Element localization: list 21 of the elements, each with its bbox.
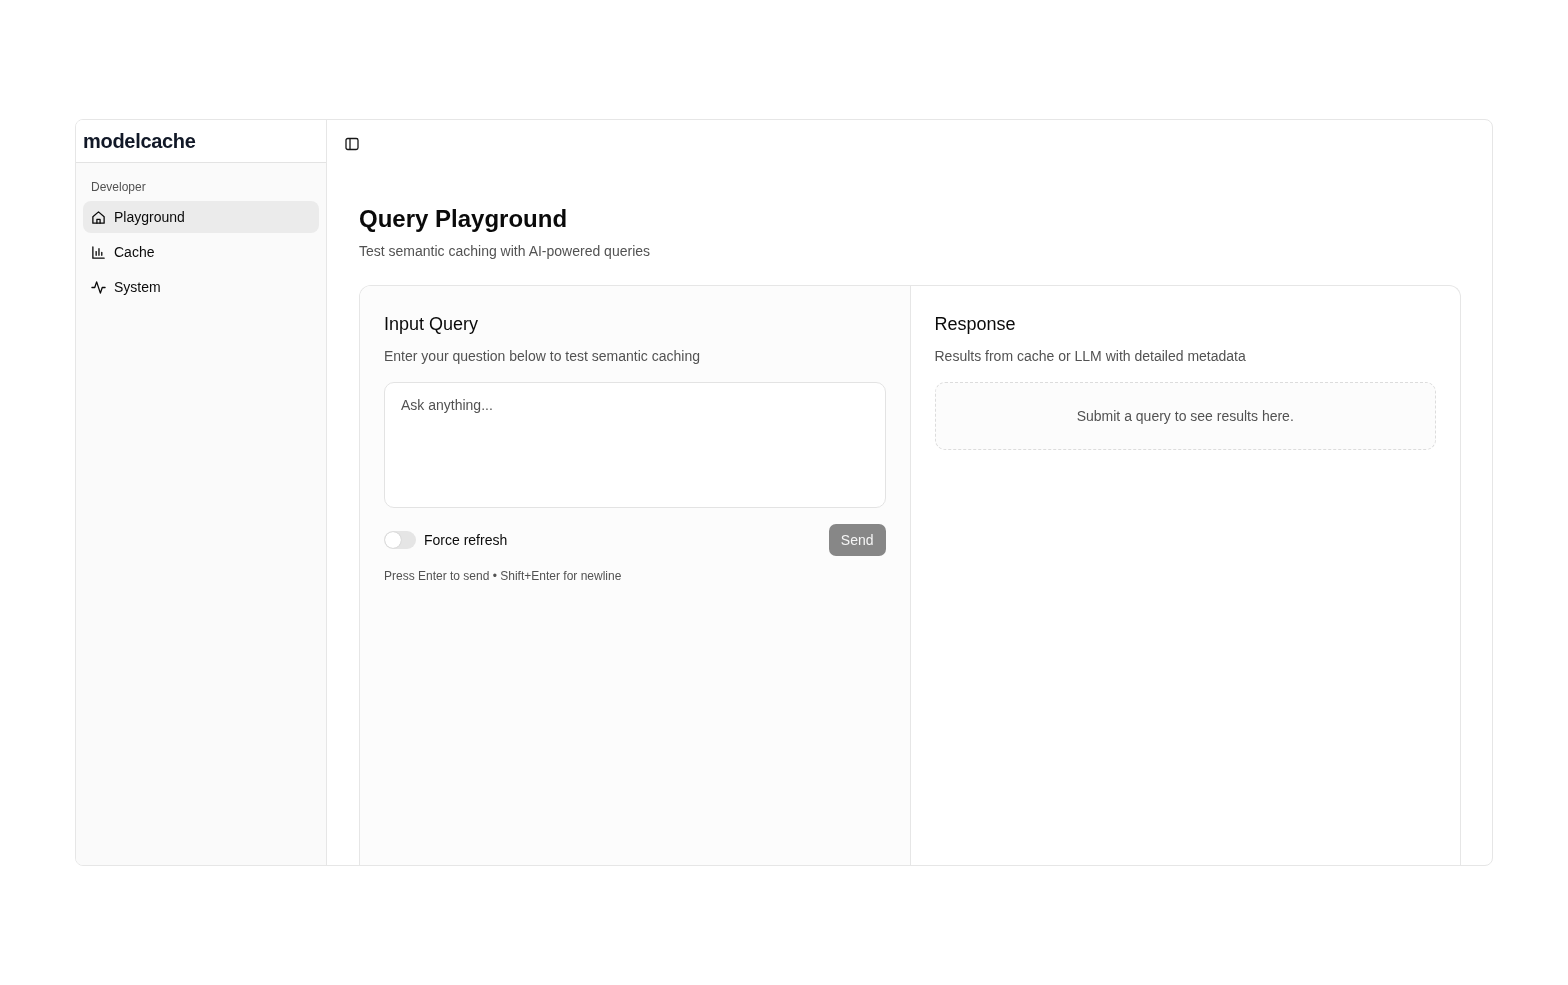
sidebar-toggle-button[interactable] — [345, 137, 359, 151]
force-refresh-label: Force refresh — [424, 532, 508, 548]
empty-results-message: Submit a query to see results here. — [934, 382, 1436, 450]
page-title: Query Playground — [359, 204, 568, 234]
panel-title: Input Query — [384, 313, 479, 336]
panel-description: Results from cache or LLM with detailed metadata — [934, 347, 1246, 366]
keyboard-hint: Press Enter to send • Shift+Enter for newline — [384, 568, 622, 584]
section-label: Developer — [90, 179, 147, 195]
force-refresh-switch[interactable] — [384, 531, 416, 549]
panel-title: Response — [934, 313, 1016, 336]
bar-chart-icon — [91, 244, 106, 260]
sidebar-panel-icon — [345, 137, 359, 151]
activity-icon — [91, 279, 106, 295]
app-logo-text: modelcache — [83, 129, 196, 153]
sidebar-item[interactable]: System — [83, 271, 319, 303]
panel-description: Enter your question below to test semantic caching — [384, 347, 700, 366]
home-icon — [91, 209, 106, 225]
sidebar-item[interactable]: Playground — [83, 201, 319, 233]
query-input[interactable]: Ask anything... — [384, 382, 886, 508]
page-subtitle: Test semantic caching with AI-powered queries — [359, 242, 651, 260]
sidebar-item[interactable]: Cache — [83, 236, 319, 268]
